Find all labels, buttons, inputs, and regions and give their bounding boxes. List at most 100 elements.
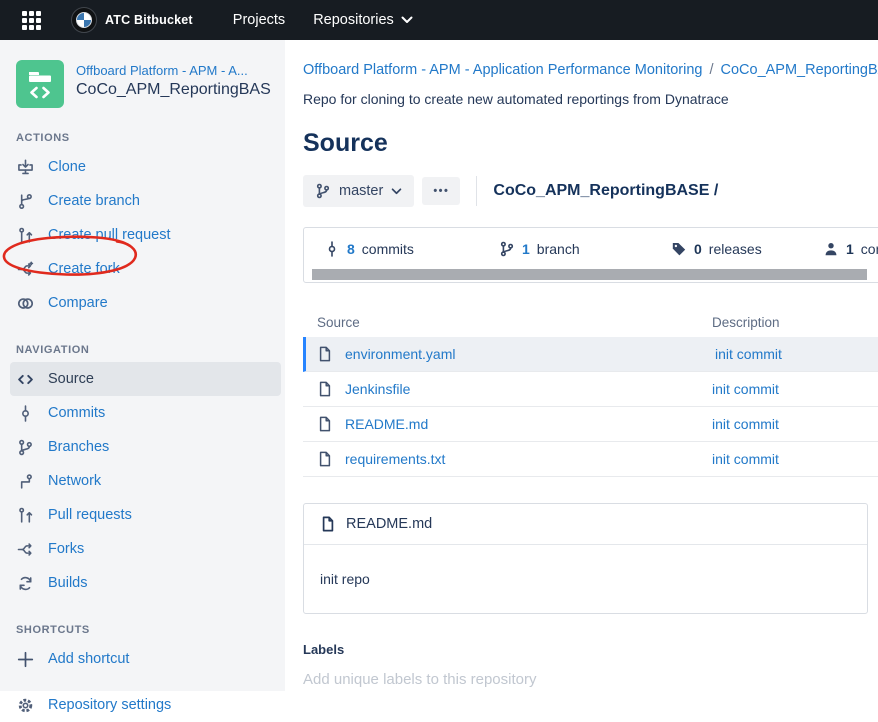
- repo-stats-bar: 8 commits 1 branch: [303, 227, 878, 283]
- file-link[interactable]: requirements.txt: [345, 451, 445, 467]
- sidebar-item-label: Branches: [48, 439, 109, 455]
- sidebar-item-network[interactable]: Network: [0, 464, 285, 498]
- readme-panel: README.md init repo: [303, 503, 868, 614]
- breadcrumb-separator: /: [709, 62, 713, 78]
- contributor-icon: [823, 241, 839, 257]
- chevron-down-icon: [391, 188, 402, 195]
- column-header-source: Source: [317, 315, 360, 330]
- navigation-section-label: NAVIGATION: [16, 344, 285, 356]
- builds-icon: [16, 575, 34, 592]
- stat-label: releases: [709, 241, 762, 257]
- file-link[interactable]: environment.yaml: [345, 346, 456, 362]
- sidebar-item-commits[interactable]: Commits: [0, 396, 285, 430]
- scrollbar-thumb[interactable]: [312, 269, 867, 280]
- file-table: Source Description environment.yaml init…: [303, 307, 878, 477]
- labels-section: Labels Add unique labels to this reposit…: [303, 642, 878, 688]
- file-icon: [317, 346, 333, 362]
- commit-message-link[interactable]: init commit: [712, 416, 779, 432]
- source-toolbar: master ••• CoCo_APM_ReportingBASE /: [303, 175, 878, 207]
- file-icon: [320, 516, 336, 532]
- create-fork-icon: [16, 261, 34, 278]
- stat-branches[interactable]: 1 branch: [499, 241, 671, 257]
- bmw-logo: [71, 7, 97, 33]
- stat-label: branch: [537, 241, 580, 257]
- sidebar-item-label: Builds: [48, 575, 88, 591]
- sidebar-item-create-fork[interactable]: Create fork: [0, 252, 285, 286]
- sidebar-item-source[interactable]: Source: [10, 362, 281, 396]
- stat-commits[interactable]: 8 commits: [324, 241, 499, 257]
- sidebar-item-label: Repository settings: [48, 697, 171, 713]
- file-link[interactable]: Jenkinsfile: [345, 381, 410, 397]
- commit-message-link[interactable]: init commit: [712, 381, 779, 397]
- app-name: ATC Bitbucket: [105, 13, 193, 27]
- network-icon: [16, 473, 34, 490]
- sidebar-item-label: Create branch: [48, 193, 140, 209]
- sidebar-item-label: Compare: [48, 295, 108, 311]
- actions-section-label: ACTIONS: [16, 132, 285, 144]
- sidebar-item-clone[interactable]: Clone: [0, 150, 285, 184]
- sidebar-item-create-pull-request[interactable]: Create pull request: [0, 218, 285, 252]
- stat-releases[interactable]: 0 releases: [671, 241, 823, 257]
- sidebar-item-label: Add shortcut: [48, 651, 129, 667]
- stat-label: contributor: [861, 241, 878, 257]
- sidebar-item-repository-settings[interactable]: Repository settings: [0, 688, 285, 722]
- commits-icon: [16, 405, 34, 422]
- table-row[interactable]: Jenkinsfile init commit: [303, 372, 878, 407]
- sidebar-item-compare[interactable]: Compare: [0, 286, 285, 320]
- breadcrumb-project-link[interactable]: Offboard Platform - APM - Application Pe…: [303, 62, 702, 78]
- sidebar-item-label: Forks: [48, 541, 84, 557]
- repo-avatar-code-folder-icon[interactable]: [16, 60, 64, 108]
- readme-header[interactable]: README.md: [304, 504, 867, 545]
- clone-icon: [16, 159, 34, 176]
- commit-message-link[interactable]: init commit: [712, 451, 779, 467]
- more-options-button[interactable]: •••: [422, 177, 460, 205]
- create-branch-icon: [16, 193, 34, 210]
- sidebar-item-label: Commits: [48, 405, 105, 421]
- page-title: Source: [303, 129, 878, 158]
- horizontal-scrollbar: [304, 269, 878, 280]
- create-pull-request-icon: [16, 227, 34, 244]
- stat-label: commits: [362, 241, 414, 257]
- source-icon: [16, 371, 34, 388]
- sidebar-item-create-branch[interactable]: Create branch: [0, 184, 285, 218]
- file-table-header: Source Description: [303, 307, 878, 337]
- table-row[interactable]: requirements.txt init commit: [303, 442, 878, 477]
- sidebar-item-label: Create pull request: [48, 227, 171, 243]
- branch-selector-value: master: [339, 183, 383, 199]
- nav-projects[interactable]: Projects: [233, 12, 285, 28]
- current-path: CoCo_APM_ReportingBASE /: [493, 182, 718, 200]
- table-row[interactable]: README.md init commit: [303, 407, 878, 442]
- commit-message-link[interactable]: init commit: [715, 346, 782, 362]
- nav-repositories[interactable]: Repositories: [313, 12, 413, 28]
- branch-icon: [315, 183, 331, 199]
- forks-icon: [16, 541, 34, 558]
- chevron-down-icon: [401, 16, 413, 24]
- top-navbar: ATC Bitbucket Projects Repositories: [0, 0, 878, 40]
- file-link[interactable]: README.md: [345, 416, 428, 432]
- branch-selector-button[interactable]: master: [303, 175, 414, 207]
- sidebar-item-label: Source: [48, 371, 94, 387]
- gear-icon: [16, 697, 34, 714]
- table-row[interactable]: environment.yaml init commit: [303, 337, 878, 372]
- tag-icon: [671, 241, 687, 257]
- sidebar-item-branches[interactable]: Branches: [0, 430, 285, 464]
- app-switcher-icon[interactable]: [22, 11, 41, 30]
- brand-home-link[interactable]: ATC Bitbucket: [71, 7, 193, 33]
- labels-placeholder[interactable]: Add unique labels to this repository: [303, 671, 878, 688]
- repo-description: Repo for cloning to create new automated…: [303, 91, 878, 107]
- stat-contributors[interactable]: 1 contributor: [823, 241, 878, 257]
- sidebar-item-label: Clone: [48, 159, 86, 175]
- sidebar-item-pull-requests[interactable]: Pull requests: [0, 498, 285, 532]
- stat-count: 8: [347, 241, 355, 257]
- commit-icon: [324, 241, 340, 257]
- sidebar-item-builds[interactable]: Builds: [0, 566, 285, 600]
- sidebar-item-forks[interactable]: Forks: [0, 532, 285, 566]
- breadcrumb: Offboard Platform - APM - Application Pe…: [303, 62, 878, 78]
- toolbar-divider: [476, 176, 477, 206]
- column-header-description: Description: [712, 315, 780, 330]
- branches-icon: [16, 439, 34, 456]
- sidebar-project-link[interactable]: Offboard Platform - APM - A...: [76, 62, 271, 80]
- ellipsis-icon: •••: [433, 185, 449, 197]
- sidebar-item-add-shortcut[interactable]: Add shortcut: [0, 642, 285, 676]
- breadcrumb-repo-link[interactable]: CoCo_APM_ReportingBASE: [721, 62, 878, 78]
